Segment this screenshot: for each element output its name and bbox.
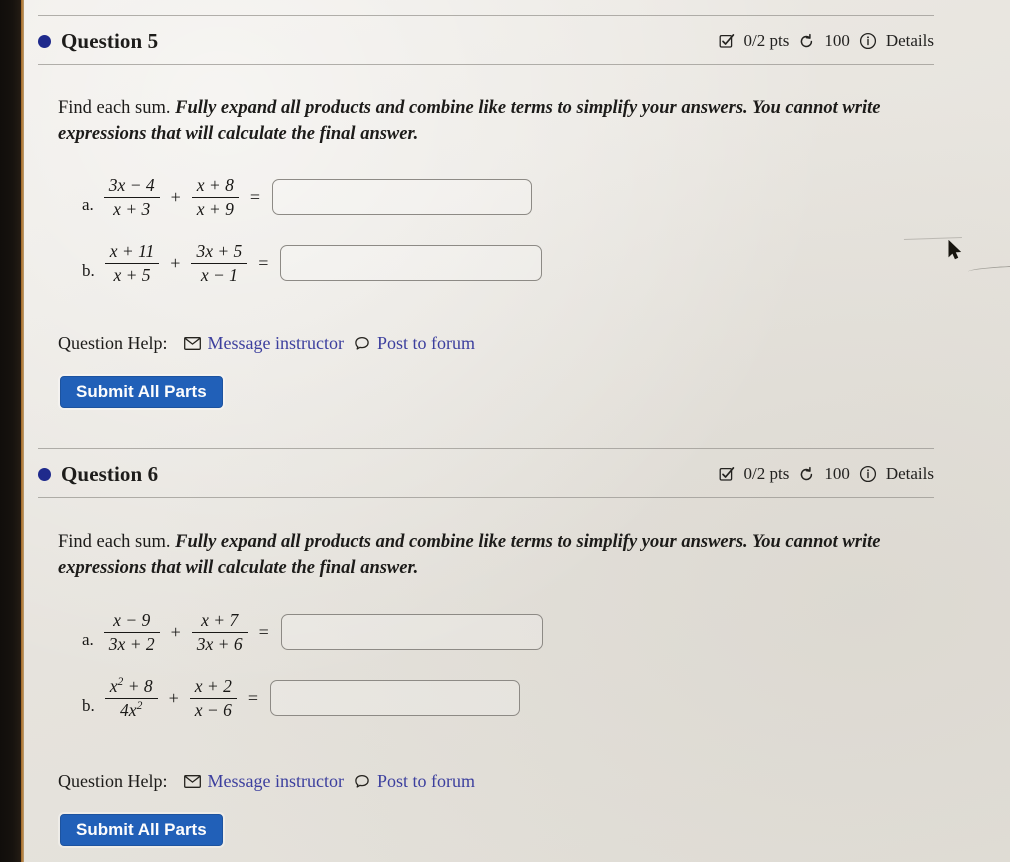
circular-arrow-icon (798, 466, 815, 483)
numerator: 3x + 5 (196, 241, 243, 261)
question-6-part-a-equals: = (258, 621, 269, 642)
checked-box-icon (719, 466, 735, 482)
question-5-attempts: 100 (824, 31, 850, 50)
question-6-attempts: 100 (824, 464, 850, 483)
capture-left-dark-band (0, 0, 21, 862)
question-6-part-a-label: a. (82, 630, 94, 650)
denominator: 3x + 6 (196, 633, 243, 654)
denominator: x + 3 (113, 198, 151, 219)
question-5-part-b-answer-input[interactable] (280, 245, 543, 282)
question-6-details-link[interactable]: Details (886, 464, 934, 484)
speech-bubble-icon (354, 774, 370, 790)
question-6-message-instructor-link[interactable]: Message instructor (183, 771, 344, 792)
question-5-title: Question 5 (61, 28, 159, 53)
checked-box-icon (719, 33, 735, 49)
question-6-part-a-answer-input[interactable] (280, 614, 543, 651)
question-6-part-b-term2: x + 2 x − 6 (189, 676, 237, 720)
question-5-score: 0/2 pts (743, 31, 790, 50)
question-5-part-a-term2: x + 8 x + 9 (191, 175, 239, 219)
question-6-title: Question 6 (61, 461, 159, 486)
info-circle-icon[interactable] (859, 465, 877, 483)
question-6-part-b-answer-input[interactable] (270, 680, 521, 717)
question-6-part-a: a. x − 9 3x + 2 + x + 7 3x + 6 = (82, 610, 543, 654)
question-6-help-row-inner: Question Help: Message instructor Post t… (58, 771, 475, 792)
question-5-prompt-emphasis: Fully expand all products and combine li… (58, 98, 881, 145)
question-6-prompt-lead: Find each sum. (58, 532, 171, 552)
question-5-part-a: a. 3x − 4 x + 3 + x + 8 x + 9 = (82, 175, 533, 219)
numerator: x + 8 (196, 175, 234, 195)
question-5-part-a-term1: 3x − 4 x + 3 (103, 175, 160, 219)
envelope-icon (183, 337, 201, 350)
question-6-part-b: b. x2 + 8 4x2 + x + 2 x − 6 = (82, 676, 521, 720)
question-5-help-label: Question Help: (58, 333, 168, 353)
numerator: x − 9 (113, 610, 151, 630)
question-6-part-b-term1: x2 + 8 4x2 (104, 676, 158, 720)
question-5-message-instructor-label: Message instructor (207, 333, 344, 353)
mouse-pointer-icon (948, 239, 964, 262)
question-6-title-wrap: Question 6 (38, 462, 158, 487)
circular-arrow-icon (798, 33, 815, 50)
question-5-message-instructor-link[interactable]: Message instructor (183, 333, 344, 354)
denominator: 3x + 2 (108, 633, 155, 654)
question-6-prompt: Find each sum. Fully expand all products… (58, 529, 918, 582)
question-5-part-b: b. x + 11 x + 5 + 3x + 5 x − 1 = (82, 241, 543, 285)
question-5-part-b-equals: = (258, 252, 269, 273)
question-6-prompt-emphasis: Fully expand all products and combine li… (58, 532, 881, 579)
denominator: 4x2 (120, 699, 143, 720)
question-5-part-a-equals: = (249, 186, 261, 207)
question-5-prompt: Find each sum. Fully expand all products… (58, 95, 918, 148)
question-6-message-instructor-label: Message instructor (207, 771, 344, 791)
question-5-part-b-term1: x + 11 x + 5 (104, 241, 160, 285)
denominator: x − 6 (194, 699, 232, 720)
question-6-post-to-forum-label: Post to forum (376, 771, 475, 791)
question-6-part-a-term1: x − 9 3x + 2 (103, 610, 160, 654)
question-5-help-row: Question Help: Message instructor Post t… (58, 333, 475, 354)
question-5-details-link[interactable]: Details (886, 31, 934, 51)
question-5-part-a-label: a. (82, 195, 94, 215)
question-6-part-a-operator: + (170, 621, 181, 642)
question-5-top-rule (38, 15, 934, 16)
speech-bubble-icon (354, 336, 370, 352)
info-circle-icon[interactable] (859, 32, 877, 50)
question-5-meta: 0/2 pts 100 Details (719, 31, 934, 51)
denominator: x + 9 (196, 198, 234, 219)
question-6-bottom-rule (38, 497, 934, 498)
question-6-header: Question 6 0/2 pts 100 Details (38, 454, 934, 494)
denominator: x + 5 (113, 264, 151, 285)
question-6-part-b-label: b. (82, 696, 95, 716)
question-5-bottom-rule (38, 64, 934, 65)
question-6-meta: 0/2 pts 100 Details (719, 464, 934, 484)
question-5-title-wrap: Question 5 (38, 29, 158, 54)
question-6-part-b-equals: = (247, 687, 259, 708)
filled-circle-icon (38, 467, 51, 481)
numerator: 3x − 4 (108, 175, 155, 195)
question-5-post-to-forum-link[interactable]: Post to forum (354, 333, 475, 354)
question-5-part-b-operator: + (170, 252, 181, 273)
capture-artifact-line (967, 263, 1010, 276)
question-6-part-b-operator: + (168, 687, 179, 708)
question-6-submit-all-parts-button[interactable]: Submit All Parts (60, 814, 223, 846)
denominator: x − 1 (200, 264, 238, 285)
question-6-post-to-forum-link[interactable]: Post to forum (354, 771, 475, 792)
capture-artifact-line-upper (903, 236, 963, 245)
question-5-post-to-forum-label: Post to forum (376, 333, 475, 353)
question-5-prompt-lead: Find each sum. (58, 98, 171, 118)
envelope-icon (183, 775, 201, 788)
numerator: x + 11 (109, 241, 155, 261)
question-6-part-a-term2: x + 7 3x + 6 (191, 610, 248, 654)
numerator: x + 2 (194, 676, 232, 696)
question-6-top-rule (38, 448, 934, 449)
numerator: x2 + 8 (109, 676, 153, 696)
question-5-part-a-operator: + (170, 186, 181, 207)
question-5-part-b-label: b. (82, 261, 95, 281)
question-5-part-b-term2: 3x + 5 x − 1 (191, 241, 248, 285)
question-6-score: 0/2 pts (743, 464, 790, 483)
question-5-submit-all-parts-button[interactable]: Submit All Parts (60, 376, 223, 408)
question-5-header: Question 5 0/2 pts 100 Details (38, 21, 934, 61)
filled-circle-icon (38, 34, 51, 48)
question-6-help-label: Question Help: (58, 771, 168, 791)
numerator: x + 7 (201, 610, 239, 630)
question-5-part-a-answer-input[interactable] (272, 179, 533, 216)
assignment-page: Question 5 0/2 pts 100 Details Find each… (24, 0, 1010, 862)
